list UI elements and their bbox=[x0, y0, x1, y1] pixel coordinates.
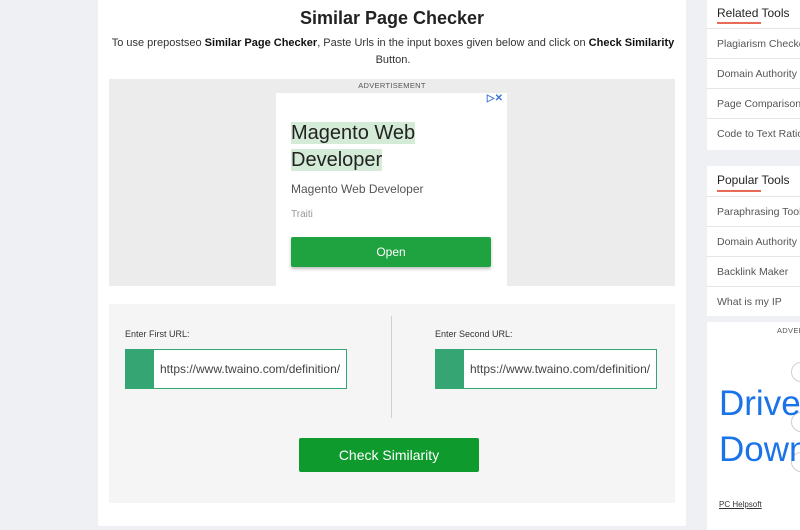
url-form: Enter First URL: Enter Second URL: Check… bbox=[109, 304, 675, 503]
first-url-group bbox=[125, 349, 347, 389]
ad-description: Magento Web Developer bbox=[291, 182, 424, 196]
related-tool-link[interactable]: Code to Text Ratio bbox=[707, 118, 800, 148]
second-url-input[interactable] bbox=[464, 350, 656, 388]
sidebar-ad-label: ADVERTISEMENT bbox=[777, 326, 800, 335]
intro-middle: , Paste Urls in the input boxes given be… bbox=[317, 37, 589, 49]
first-url-label: Enter First URL: bbox=[125, 329, 190, 339]
related-tool-link[interactable]: Plagiarism Checker bbox=[707, 28, 800, 58]
related-tools-card: Related Tools Plagiarism Checker Domain … bbox=[707, 0, 800, 150]
popular-tool-link[interactable]: Paraphrasing Tool bbox=[707, 196, 800, 226]
intro-button-name: Check Similarity bbox=[588, 37, 675, 49]
first-url-input[interactable] bbox=[154, 350, 346, 388]
related-tools-title: Related Tools bbox=[717, 6, 790, 20]
form-divider bbox=[391, 316, 392, 418]
link-icon bbox=[436, 350, 464, 388]
ad-sponsor: Traiti bbox=[291, 209, 313, 220]
related-tool-link[interactable]: Page Comparison bbox=[707, 88, 800, 118]
popular-tool-link[interactable]: Backlink Maker bbox=[707, 256, 800, 286]
intro-tool-name: Similar Page Checker bbox=[204, 37, 318, 49]
second-url-group bbox=[435, 349, 657, 389]
decorative-circle bbox=[791, 362, 800, 382]
popular-tools-card: Popular Tools Paraphrasing Tool Domain A… bbox=[707, 166, 800, 316]
intro-suffix: Button. bbox=[375, 54, 411, 66]
sidebar-ad-brand[interactable]: PC Helpsoft bbox=[719, 500, 762, 509]
adchoices-icon[interactable]: ▷✕ bbox=[487, 93, 503, 104]
ad-label: ADVERTISEMENT bbox=[358, 81, 426, 90]
title-underline bbox=[717, 22, 761, 24]
intro-prefix: To use prepostseo bbox=[111, 37, 205, 49]
title-underline bbox=[717, 190, 761, 192]
ad-box[interactable]: ▷✕ Magento Web Developer Magento Web Dev… bbox=[276, 93, 507, 286]
sidebar-ad-headline-line1[interactable]: Drive bbox=[719, 384, 800, 424]
popular-tool-link[interactable]: Domain Authority bbox=[707, 226, 800, 256]
popular-tool-link[interactable]: What is my IP bbox=[707, 286, 800, 316]
link-icon bbox=[126, 350, 154, 388]
second-url-label: Enter Second URL: bbox=[435, 329, 513, 339]
sidebar-ad-headline-line2[interactable]: Down bbox=[719, 430, 800, 470]
main-card: Similar Page Checker To use prepostseo S… bbox=[98, 0, 686, 526]
page-title: Similar Page Checker bbox=[299, 8, 485, 28]
ad-headline[interactable]: Magento Web Developer bbox=[291, 120, 491, 174]
ad-open-button[interactable]: Open bbox=[291, 237, 491, 267]
related-tool-link[interactable]: Domain Authority bbox=[707, 58, 800, 88]
intro-text: To use prepostseo Similar Page Checker, … bbox=[108, 35, 678, 69]
sidebar-advertisement[interactable]: ADVERTISEMENT Drive Down PC Helpsoft bbox=[707, 322, 800, 530]
popular-tools-title: Popular Tools bbox=[717, 173, 790, 187]
advertisement-area: ADVERTISEMENT ▷✕ Magento Web Developer M… bbox=[109, 79, 675, 286]
check-similarity-button[interactable]: Check Similarity bbox=[299, 438, 479, 472]
